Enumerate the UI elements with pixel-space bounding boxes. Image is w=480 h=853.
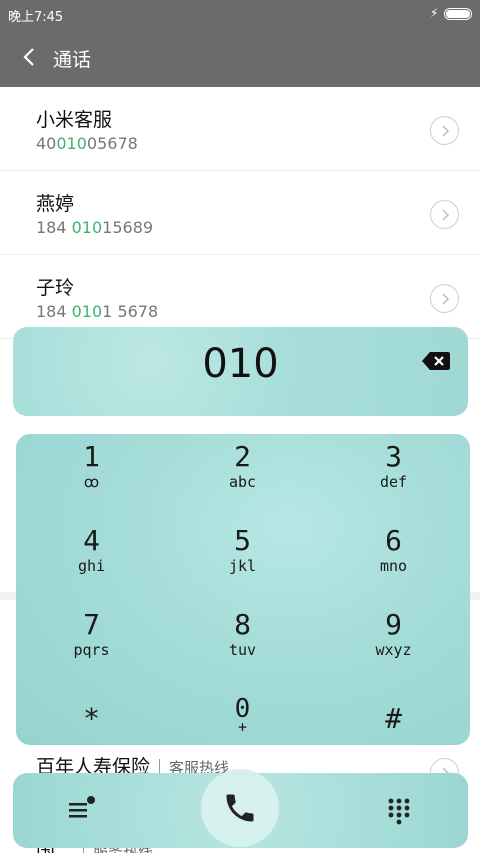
key-3[interactable]: 3 def <box>318 434 469 518</box>
contact-detail-button[interactable] <box>430 284 459 313</box>
bottom-action-bar <box>13 769 468 848</box>
key-letters: jkl <box>228 557 257 575</box>
contact-row-1[interactable]: 小米客服 4001005678 <box>0 87 480 171</box>
charging-icon: ⚡ <box>430 6 439 20</box>
key-1[interactable]: 1 ꝏ <box>16 434 167 518</box>
key-digit: 6 <box>385 524 402 557</box>
key-letters: tuv <box>228 641 257 659</box>
key-star[interactable]: * <box>16 686 167 770</box>
menu-icon <box>69 796 95 818</box>
contact-name: 燕婷 <box>36 193 75 215</box>
key-digit: 1 <box>83 440 100 473</box>
key-letters: pqrs <box>73 641 110 659</box>
dial-input-panel: 010 <box>13 327 468 416</box>
voicemail-icon: ꝏ <box>83 473 100 491</box>
dial-input-number[interactable]: 010 <box>13 341 468 387</box>
contact-detail-button[interactable] <box>430 116 459 145</box>
dialpad-toggle-button[interactable] <box>381 793 417 829</box>
app-header: 通话 <box>0 28 480 87</box>
contact-detail-button[interactable] <box>430 200 459 229</box>
battery-icon <box>444 8 472 20</box>
back-arrow-icon <box>23 48 34 66</box>
key-digit: * <box>83 702 100 735</box>
key-4[interactable]: 4 ghi <box>16 518 167 602</box>
contact-name: 小米客服 <box>36 109 113 131</box>
contact-number: 4001005678 <box>36 134 138 153</box>
contact-number: 184 0101 5678 <box>36 302 159 321</box>
contact-number: 184 01015689 <box>36 218 154 237</box>
key-8[interactable]: 8 tuv <box>167 602 318 686</box>
key-digit: 8 <box>234 608 251 641</box>
key-digit: # <box>385 702 402 735</box>
key-digit: 9 <box>385 608 402 641</box>
dialpad-icon <box>388 798 410 825</box>
key-0[interactable]: 0 + <box>167 686 318 770</box>
backspace-button[interactable] <box>420 349 452 373</box>
key-letters: abc <box>228 473 257 491</box>
call-button[interactable] <box>201 769 279 847</box>
key-digit: 2 <box>234 440 251 473</box>
backspace-icon <box>422 352 450 370</box>
key-digit: 4 <box>83 524 100 557</box>
key-2[interactable]: 2 abc <box>167 434 318 518</box>
key-hash[interactable]: # <box>318 686 469 770</box>
key-letters: + <box>237 718 248 736</box>
page-title: 通话 <box>53 49 92 71</box>
contact-row-2[interactable]: 燕婷 184 01015689 <box>0 171 480 255</box>
dial-keypad: 1 ꝏ 2 abc 3 def 4 ghi 5 jkl 6 mno 7 pqrs… <box>16 434 470 745</box>
key-5[interactable]: 5 jkl <box>167 518 318 602</box>
status-time: 晚上7:45 <box>8 10 64 25</box>
menu-button[interactable] <box>63 793 99 825</box>
key-6[interactable]: 6 mno <box>318 518 469 602</box>
key-letters: def <box>379 473 408 491</box>
key-digit: 7 <box>83 608 100 641</box>
key-9[interactable]: 9 wxyz <box>318 602 469 686</box>
chevron-right-icon <box>441 208 449 221</box>
status-bar: 晚上7:45 ⚡ <box>0 0 480 28</box>
chevron-right-icon <box>441 124 449 137</box>
key-letters: mno <box>379 557 408 575</box>
key-digit: 3 <box>385 440 402 473</box>
contact-name: 子玲 <box>36 277 75 299</box>
phone-icon <box>226 794 254 822</box>
key-7[interactable]: 7 pqrs <box>16 602 167 686</box>
chevron-right-icon <box>441 292 449 305</box>
key-letters: ghi <box>77 557 106 575</box>
key-letters: wxyz <box>375 641 412 659</box>
key-digit: 5 <box>234 524 251 557</box>
back-button[interactable] <box>14 42 44 72</box>
